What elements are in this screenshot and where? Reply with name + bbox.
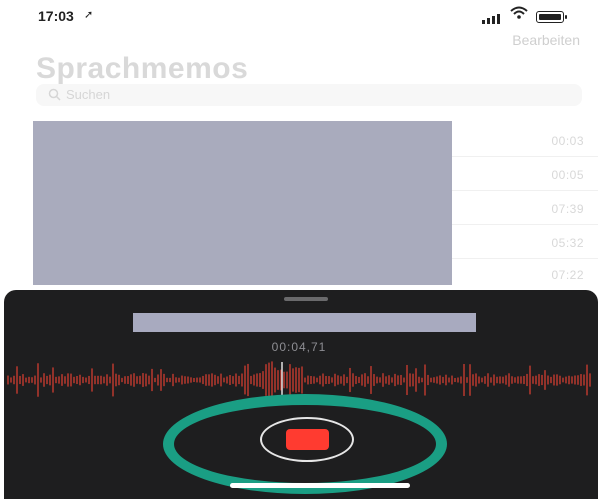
clock: 17:03 xyxy=(38,8,74,24)
recording-duration[interactable]: 00:03 xyxy=(551,134,584,148)
sheet-grabber[interactable] xyxy=(284,297,328,301)
recording-name-redacted xyxy=(133,313,476,332)
recording-duration[interactable]: 05:32 xyxy=(551,236,584,250)
elapsed-time: 00:04,71 xyxy=(271,340,327,354)
battery-icon xyxy=(536,11,564,23)
search-icon xyxy=(48,88,61,106)
status-bar: 17:03 ➚ xyxy=(0,0,598,30)
edit-button[interactable]: Bearbeiten xyxy=(512,32,580,48)
recording-duration[interactable]: 07:39 xyxy=(551,202,584,216)
recording-duration[interactable]: 00:05 xyxy=(551,168,584,182)
stop-icon[interactable] xyxy=(286,429,329,450)
wifi-icon xyxy=(510,6,528,23)
search-input[interactable]: Suchen xyxy=(36,84,582,106)
home-indicator xyxy=(230,483,410,488)
recording-duration[interactable]: 07:22 xyxy=(551,268,584,282)
recording-names-redacted xyxy=(33,121,452,285)
page-title: Sprachmemos xyxy=(36,52,249,85)
search-placeholder: Suchen xyxy=(66,87,111,102)
location-arrow-icon: ➚ xyxy=(84,9,94,21)
